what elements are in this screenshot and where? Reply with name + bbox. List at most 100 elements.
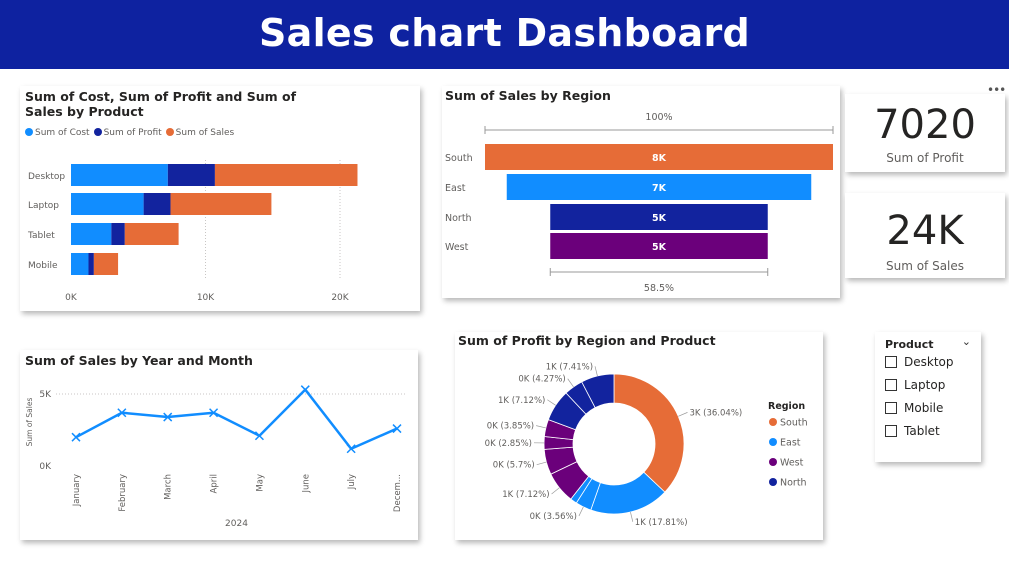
donut-plot: 3K (36.04%) 1K (17.81%) 0K (3.56%) 1K (7.12… <box>485 362 808 528</box>
legend-label: East <box>780 438 801 449</box>
data-point-marker <box>71 432 81 442</box>
slicer-item-mobile[interactable]: Mobile <box>885 401 943 415</box>
legend-marker <box>769 478 777 486</box>
kpi-profit-label: Sum of Profit <box>886 151 964 165</box>
bar-segment <box>214 164 358 186</box>
x-tick-label: July <box>347 474 357 490</box>
kpi-profit-card[interactable]: 7020 Sum of Profit <box>845 94 1005 172</box>
slice-data-label: 0K (5.7%) <box>493 461 535 471</box>
legend-marker <box>769 458 777 466</box>
y-tick-label: 5K <box>39 390 52 400</box>
category-label: Mobile <box>28 261 58 271</box>
slicer-item-laptop[interactable]: Laptop <box>885 378 945 392</box>
slice-data-label: 1K (17.81%) <box>635 518 688 528</box>
slice-data-label: 0K (3.85%) <box>487 422 534 432</box>
x-axis-label: 2024 <box>225 519 248 529</box>
dashboard-title: Sales chart Dashboard <box>258 11 751 55</box>
region-label: North <box>445 213 472 224</box>
legend-label: North <box>780 478 807 489</box>
bar-segment <box>143 193 171 215</box>
funnel-bottom-label: 58.5% <box>644 283 674 294</box>
slice-leader-line <box>678 412 688 417</box>
bar-segment <box>167 164 215 186</box>
x-tick-label: April <box>210 474 220 493</box>
stacked-bar-card[interactable]: Sum of Cost, Sum of Profit and Sum of Sa… <box>20 86 420 311</box>
x-tick-label: June <box>301 474 311 494</box>
kpi-sales-label: Sum of Sales <box>885 259 965 273</box>
funnel-card[interactable]: Sum of Sales by Region 100% South 8K East 7K… <box>442 86 840 298</box>
bar-segment <box>71 193 144 215</box>
funnel-data-label: 7K <box>652 183 667 194</box>
slice-data-label: 3K (36.04%) <box>689 408 742 418</box>
x-tick-label: March <box>164 474 174 500</box>
slice-data-label: 0K (2.85%) <box>485 439 532 449</box>
category-label: Desktop <box>28 172 65 182</box>
slice-leader-line <box>536 461 547 465</box>
slice-leader-line <box>536 425 546 429</box>
slice-data-label: 0K (3.56%) <box>530 512 577 522</box>
legend-label: West <box>780 458 804 469</box>
x-tick-label: 10K <box>197 293 215 303</box>
x-tick-label: 0K <box>65 293 78 303</box>
line-plot: 5K 0K Sum of Sales January February March Apri… <box>25 385 405 529</box>
dashboard-header: Sales chart Dashboard <box>0 0 1009 69</box>
bar-segment <box>93 253 119 275</box>
sales-line <box>75 388 398 450</box>
product-slicer[interactable]: Product ⌄ Desktop Laptop Mobile Tablet <box>875 332 981 462</box>
y-tick-label: 0K <box>39 462 52 472</box>
category-label: Tablet <box>27 231 55 241</box>
x-tick-label: 20K <box>331 293 349 303</box>
kpi-profit-value: 7020 <box>874 102 976 148</box>
x-tick-label: February <box>118 474 128 512</box>
slice-leader-line <box>578 506 584 517</box>
bar-segment <box>170 193 272 215</box>
slice-data-label: 0K (4.27%) <box>518 375 565 385</box>
slicer-item-tablet[interactable]: Tablet <box>885 424 940 438</box>
donut-card[interactable]: Sum of Profit by Region and Product 3K (… <box>455 332 823 540</box>
checkbox[interactable] <box>885 379 897 391</box>
kpi-sales-value: 24K <box>886 208 964 254</box>
bar-segment <box>111 223 125 245</box>
stacked-bar-plot: 0K 10K 20K Desktop Laptop Tablet Mobile <box>27 160 358 303</box>
data-point-marker <box>254 431 264 441</box>
region-label: West <box>445 242 469 253</box>
bar-segment <box>71 223 112 245</box>
checkbox[interactable] <box>885 356 897 368</box>
y-axis-label: Sum of Sales <box>25 398 34 447</box>
line-chart-card[interactable]: Sum of Sales by Year and Month 5K 0K Sum o… <box>20 350 418 540</box>
slice-data-label: 1K (7.12%) <box>502 490 549 500</box>
funnel-plot: 100% South 8K East 7K North 5K West 5K 58.5% <box>445 112 834 294</box>
category-label: Laptop <box>28 201 59 211</box>
checkbox[interactable] <box>885 425 897 437</box>
legend-label: South <box>780 418 808 429</box>
region-label: East <box>445 183 466 194</box>
x-tick-label: January <box>72 474 82 507</box>
legend-marker <box>769 438 777 446</box>
slice-data-label: 1K (7.12%) <box>498 396 545 406</box>
bar-segment <box>71 164 168 186</box>
slice-leader-line <box>630 511 634 522</box>
funnel-data-label: 8K <box>652 153 667 164</box>
slicer-title: Product <box>885 338 934 351</box>
funnel-top-label: 100% <box>645 112 672 123</box>
slice-leader-line <box>594 366 598 377</box>
data-point-marker <box>300 385 310 395</box>
kpi-sales-card[interactable]: 24K Sum of Sales <box>845 193 1005 278</box>
funnel-data-label: 5K <box>652 213 667 224</box>
bar-segment <box>88 253 94 275</box>
slicer-item-desktop[interactable]: Desktop <box>885 355 954 369</box>
checkbox[interactable] <box>885 402 897 414</box>
donut-legend-title: Region <box>768 401 805 412</box>
bar-segment <box>124 223 179 245</box>
slice-data-label: 1K (7.41%) <box>546 362 593 372</box>
chevron-down-icon[interactable]: ⌄ <box>962 335 971 348</box>
region-label: South <box>445 153 473 164</box>
x-tick-label: Decem... <box>393 474 403 512</box>
slice-leader-line <box>551 487 560 495</box>
x-tick-label: May <box>255 474 265 492</box>
funnel-data-label: 5K <box>652 242 667 253</box>
legend-marker <box>769 418 777 426</box>
slice-leader-line <box>567 378 574 388</box>
slice-leader-line <box>547 399 556 406</box>
bar-segment <box>71 253 89 275</box>
